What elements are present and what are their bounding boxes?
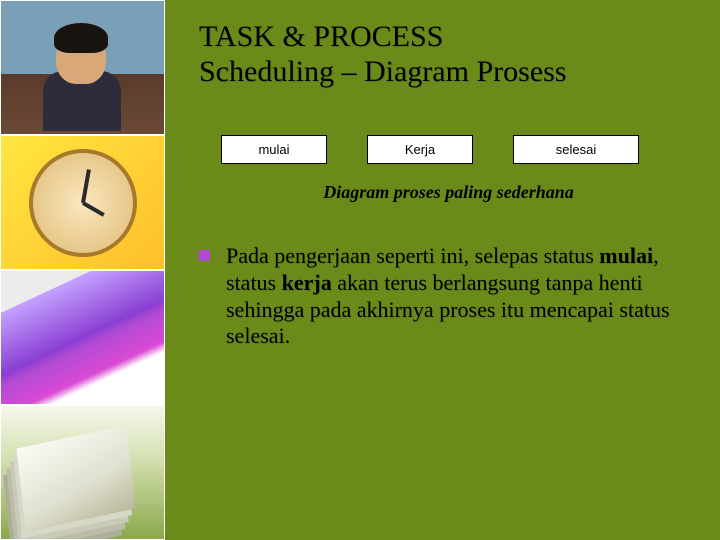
thumb-clock: [0, 135, 165, 270]
title-line-1: TASK & PROCESS: [199, 20, 443, 53]
flow-box-start: mulai: [221, 135, 327, 164]
slide: TASK & PROCESS Scheduling – Diagram Pros…: [0, 0, 720, 540]
sidebar-thumbnails: [0, 0, 165, 540]
slide-title: TASK & PROCESS Scheduling – Diagram Pros…: [199, 20, 690, 89]
thumb-abstract-purple: [0, 270, 165, 405]
clock-icon: [29, 149, 137, 257]
thumb-paper-stack: [0, 405, 165, 540]
bullet-item: Pada pengerjaan seperti ini, selepas sta…: [199, 243, 690, 350]
thumb-person-photo: [0, 0, 165, 135]
process-flow-diagram: mulai Kerja selesai: [221, 135, 690, 164]
bullet-part-pre: Pada pengerjaan seperti ini, selepas sta…: [226, 243, 599, 268]
flow-box-finish: selesai: [513, 135, 639, 164]
title-line-2: Scheduling – Diagram Prosess: [199, 55, 566, 88]
bullet-bold-kerja: kerja: [282, 270, 332, 295]
diagram-caption: Diagram proses paling sederhana: [207, 182, 690, 203]
bullet-text: Pada pengerjaan seperti ini, selepas sta…: [226, 243, 690, 350]
flow-box-work: Kerja: [367, 135, 473, 164]
bullet-square-icon: [199, 250, 210, 261]
bullet-bold-mulai: mulai: [599, 243, 653, 268]
slide-content: TASK & PROCESS Scheduling – Diagram Pros…: [165, 0, 720, 540]
